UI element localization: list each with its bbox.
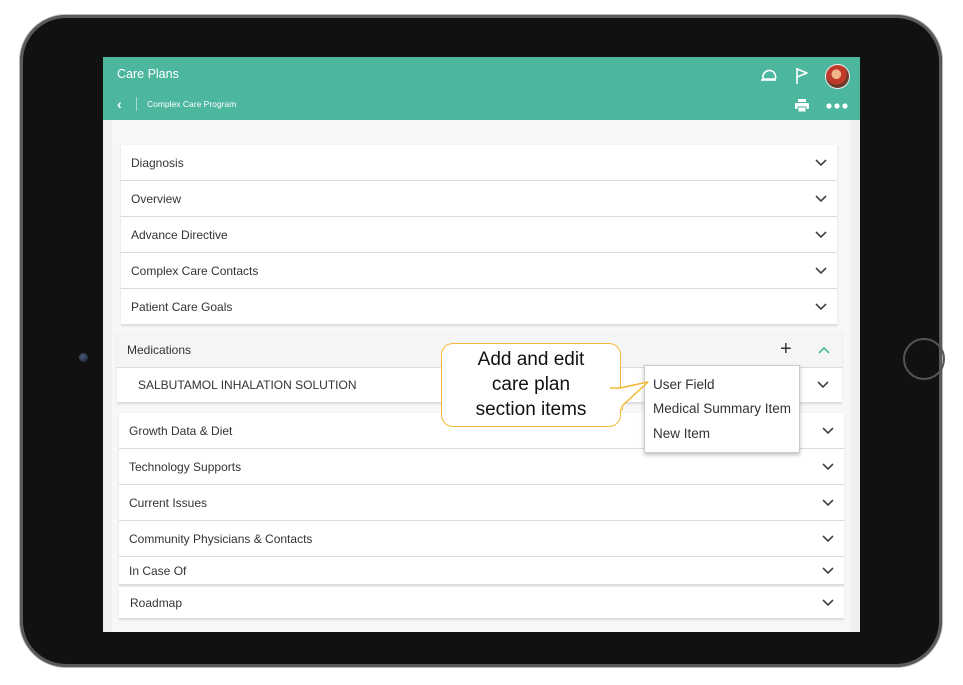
section-label: Medications	[127, 342, 192, 357]
chevron-down-icon[interactable]	[815, 194, 827, 203]
more-icon[interactable]	[823, 98, 851, 114]
breadcrumb-divider	[136, 97, 137, 111]
helmet-icon[interactable]	[759, 66, 779, 86]
section-current-issues[interactable]: Current Issues	[119, 485, 844, 521]
chevron-down-icon[interactable]	[815, 266, 827, 275]
add-item-menu: User Field Medical Summary Item New Item	[644, 365, 800, 453]
section-label: Advance Directive	[131, 227, 228, 242]
menu-item-user-field[interactable]: User Field	[645, 372, 799, 397]
section-label: Diagnosis	[131, 155, 184, 170]
section-diagnosis[interactable]: Diagnosis	[121, 145, 837, 181]
add-item-plus-icon[interactable]: +	[780, 339, 792, 359]
section-advance-directive[interactable]: Advance Directive	[121, 217, 837, 253]
section-label: Current Issues	[129, 495, 208, 510]
annotation-callout: Add and edit care plan section items	[441, 343, 621, 427]
callout-pointer	[610, 381, 649, 410]
chevron-down-icon[interactable]	[822, 426, 834, 435]
section-label: In Case Of	[129, 563, 187, 578]
chevron-down-icon[interactable]	[822, 534, 834, 543]
section-in-case-of[interactable]: In Case Of	[119, 557, 844, 585]
chevron-down-icon[interactable]	[817, 381, 829, 389]
section-label: Patient Care Goals	[131, 299, 233, 314]
menu-item-medical-summary-item[interactable]: Medical Summary Item	[645, 397, 799, 422]
section-complex-care-contacts[interactable]: Complex Care Contacts	[121, 253, 837, 289]
chevron-up-icon[interactable]	[818, 346, 830, 354]
menu-item-new-item[interactable]: New Item	[645, 421, 799, 446]
section-label: Technology Supports	[129, 459, 242, 474]
chevron-down-icon[interactable]	[815, 158, 827, 167]
section-overview[interactable]: Overview	[121, 181, 837, 217]
section-label: Complex Care Contacts	[131, 263, 259, 278]
section-roadmap[interactable]: Roadmap	[119, 587, 844, 619]
callout-line: section items	[475, 399, 587, 420]
back-chevron-icon[interactable]: ‹	[117, 97, 122, 111]
chevron-down-icon[interactable]	[822, 566, 834, 575]
callout-line: Add and edit	[477, 349, 585, 370]
callout-line: care plan	[491, 374, 571, 395]
flag-icon[interactable]	[792, 66, 812, 86]
section-technology-supports[interactable]: Technology Supports	[119, 449, 844, 485]
chevron-down-icon[interactable]	[815, 302, 827, 311]
chevron-down-icon[interactable]	[822, 598, 834, 607]
avatar[interactable]	[825, 64, 850, 89]
medication-name: SALBUTAMOL INHALATION SOLUTION	[138, 378, 357, 392]
section-community-physicians-contacts[interactable]: Community Physicians & Contacts	[119, 521, 844, 557]
section-label: Growth Data & Diet	[129, 423, 233, 438]
section-label: Community Physicians & Contacts	[129, 531, 313, 546]
breadcrumb[interactable]: Complex Care Program	[147, 99, 236, 109]
chevron-down-icon[interactable]	[815, 230, 827, 239]
section-label: Overview	[131, 191, 182, 206]
home-button[interactable]	[903, 338, 945, 380]
section-patient-care-goals[interactable]: Patient Care Goals	[121, 289, 837, 325]
section-label: Roadmap	[130, 595, 183, 610]
camera-icon	[79, 353, 88, 362]
app-header: Care Plans ‹ Complex Care Program	[103, 57, 860, 120]
app-title: Care Plans	[117, 67, 179, 81]
chevron-down-icon[interactable]	[822, 462, 834, 471]
print-icon[interactable]	[792, 98, 812, 114]
chevron-down-icon[interactable]	[822, 498, 834, 507]
